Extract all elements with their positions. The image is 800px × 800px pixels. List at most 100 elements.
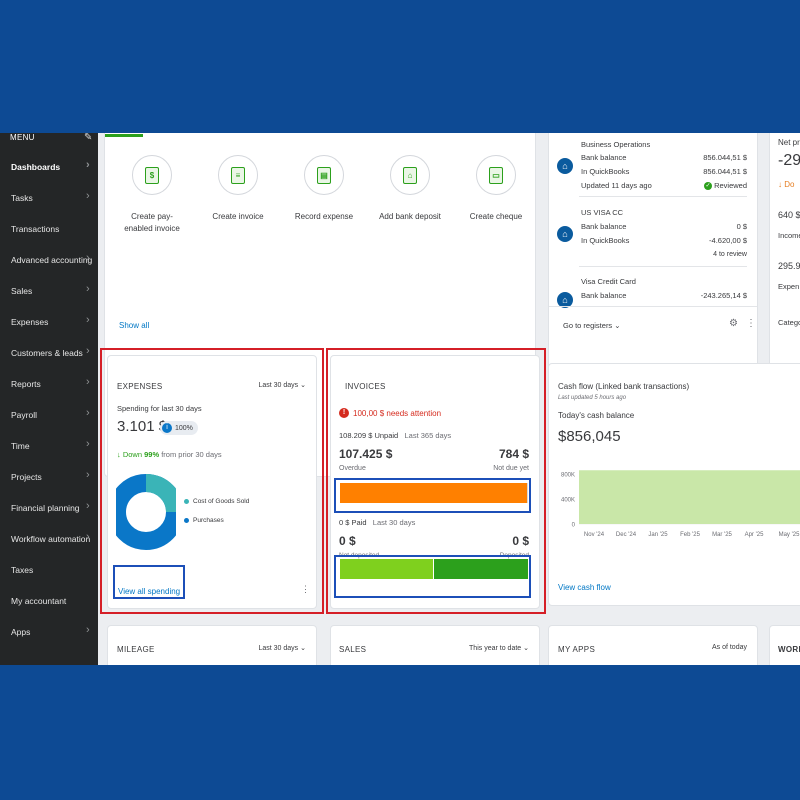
period-dropdown[interactable]: Last 30 days ⌄ — [258, 644, 306, 652]
x-tick-label: Mar '25 — [712, 532, 732, 538]
cash-balance-label: Today's cash balance — [558, 411, 635, 420]
x-tick-label: Apr '25 — [745, 532, 764, 538]
sales-card: SALES This year to date ⌄ — [330, 625, 540, 665]
view-all-spending-highlight-box — [113, 565, 185, 599]
go-to-registers-link[interactable]: Go to registers ⌄ — [563, 321, 621, 330]
account-name[interactable]: US VISA CC — [581, 208, 623, 217]
shortcut-add-bank-deposit[interactable]: ⌂ Add bank deposit — [375, 155, 445, 223]
shortcut-label: Create cheque — [469, 212, 523, 221]
chevron-right-icon: › — [86, 283, 90, 295]
arrow-down-icon: ↓ — [778, 180, 782, 189]
chevron-right-icon: › — [86, 624, 90, 636]
sidebar-item-financial-planning[interactable]: Financial planning › — [0, 496, 98, 520]
invoice-icon: ≡ — [231, 166, 245, 184]
chevron-right-icon: › — [86, 376, 90, 388]
shortcut-record-expense[interactable]: ▤ Record expense — [289, 155, 359, 223]
income-label: Income — [778, 231, 800, 240]
cash-flow-chart[interactable]: 800K 400K 0 Nov '24 Dec '24 Jan '25 Feb '25 Mar… — [549, 468, 800, 558]
sidebar-item-projects[interactable]: Projects › — [0, 465, 98, 489]
unpaid-bar-highlight-box — [334, 478, 531, 513]
account-name[interactable]: Business Operations — [581, 140, 650, 149]
mileage-title: MILEAGE — [117, 645, 155, 654]
active-tab-indicator — [105, 134, 143, 137]
period-dropdown[interactable]: This year to date ⌄ — [469, 644, 529, 652]
pencil-icon[interactable]: ✎ — [84, 133, 92, 143]
shortcut-label: Add bank deposit — [379, 212, 441, 221]
bank-icon: ⌂ — [557, 158, 573, 174]
shortcut-create-pay-enabled-invoice[interactable]: $ Create pay-enabled invoice — [117, 155, 187, 235]
sidebar-item-workflow-automation[interactable]: Workflow automation › — [0, 527, 98, 551]
cash-flow-area[interactable] — [579, 470, 800, 524]
shortcut-label: Create pay-enabled invoice — [124, 212, 180, 233]
shortcut-create-cheque[interactable]: ▭ Create cheque — [461, 155, 531, 223]
profit-value: -295 — [778, 152, 800, 169]
bank-balance-label: Bank balance — [581, 291, 627, 300]
trend-label: Do — [784, 180, 795, 189]
trend-down: ↓ Do — [778, 180, 794, 189]
quickbooks-balance-value: 856.044,51 $ — [703, 167, 747, 176]
show-all-link[interactable]: Show all — [119, 321, 149, 330]
chevron-right-icon: › — [86, 190, 90, 202]
sidebar-item-reports[interactable]: Reports › — [0, 372, 98, 396]
settings-icon[interactable]: ⚙ — [729, 318, 738, 329]
y-tick-label: 800K — [561, 473, 575, 479]
chevron-right-icon: › — [86, 345, 90, 357]
chevron-right-icon: › — [86, 407, 90, 419]
sidebar-item-customers-leads[interactable]: Customers & leads › — [0, 341, 98, 365]
work-card: WORK — [769, 625, 800, 665]
sidebar-item-sales[interactable]: Sales › — [0, 279, 98, 303]
shortcut-create-invoice[interactable]: ≡ Create invoice — [203, 155, 273, 223]
account-name[interactable]: Visa Credit Card — [581, 277, 636, 286]
sidebar-item-label: Tasks — [11, 193, 33, 203]
expense-icon: ▤ — [317, 166, 331, 184]
shortcut-label: Record expense — [294, 212, 354, 221]
sidebar-item-payroll[interactable]: Payroll › — [0, 403, 98, 427]
sidebar-item-label: Financial planning — [11, 503, 80, 513]
sidebar-item-dashboards[interactable]: Dashboards › — [0, 155, 98, 179]
sidebar-item-time[interactable]: Time › — [0, 434, 98, 458]
sidebar-item-transactions[interactable]: Transactions — [0, 217, 98, 241]
mileage-card: MILEAGE Last 30 days ⌄ — [107, 625, 317, 665]
reviewed-status: ✓ Reviewed — [704, 181, 747, 190]
income-value: 640 $ — [778, 210, 800, 220]
as-of-label: As of today — [711, 644, 747, 651]
cheque-icon: ▭ — [489, 166, 503, 184]
sidebar-item-my-accountant[interactable]: My accountant — [0, 589, 98, 613]
chevron-right-icon: › — [86, 314, 90, 326]
go-to-registers-label: Go to registers — [563, 321, 613, 330]
cash-flow-title: Cash flow (Linked bank transactions) — [558, 382, 690, 391]
shortcut-icon-circle: ≡ — [218, 155, 258, 195]
shortcut-icon-circle: $ — [132, 155, 172, 195]
to-review-link[interactable]: 4 to review — [713, 251, 747, 258]
shortcut-icon-circle: ⌂ — [390, 155, 430, 195]
x-tick-label: Jan '25 — [648, 532, 668, 538]
sidebar-item-advanced-accounting[interactable]: Advanced accounting › — [0, 248, 98, 272]
more-icon[interactable]: ⋮ — [746, 318, 756, 329]
bank-balance-value: 856.044,51 $ — [703, 153, 747, 162]
x-tick-label: Feb '25 — [680, 532, 700, 538]
sidebar-item-taxes[interactable]: Taxes — [0, 558, 98, 582]
sidebar-item-label: My accountant — [11, 596, 67, 606]
sidebar-item-label: Sales — [11, 286, 33, 296]
chevron-right-icon: › — [86, 252, 90, 264]
check-circle-icon: ✓ — [704, 181, 713, 190]
expense-value: 295.93 — [778, 261, 800, 271]
divider — [579, 196, 747, 197]
cash-balance-value: $856,045 — [558, 428, 621, 445]
sidebar-item-expenses[interactable]: Expenses › — [0, 310, 98, 334]
sidebar-item-label: Advanced accounting — [11, 255, 93, 265]
y-tick-label: 400K — [561, 498, 575, 504]
chevron-right-icon: › — [86, 531, 90, 543]
bank-icon: ⌂ — [557, 226, 573, 242]
sidebar-item-label: Payroll — [11, 410, 37, 420]
period-label: Last 30 days — [258, 645, 299, 652]
sidebar-item-tasks[interactable]: Tasks › — [0, 186, 98, 210]
shortcut-icon-circle: ▤ — [304, 155, 344, 195]
view-cash-flow-link[interactable]: View cash flow — [558, 583, 611, 592]
sidebar-item-label: Workflow automation — [11, 534, 91, 544]
sidebar-item-label: Transactions — [11, 224, 60, 234]
chevron-right-icon: › — [86, 438, 90, 450]
sidebar-item-apps[interactable]: Apps › — [0, 620, 98, 644]
category-link[interactable]: Catego — [778, 318, 800, 327]
last-updated-text: Last updated 5 hours ago — [558, 395, 627, 401]
